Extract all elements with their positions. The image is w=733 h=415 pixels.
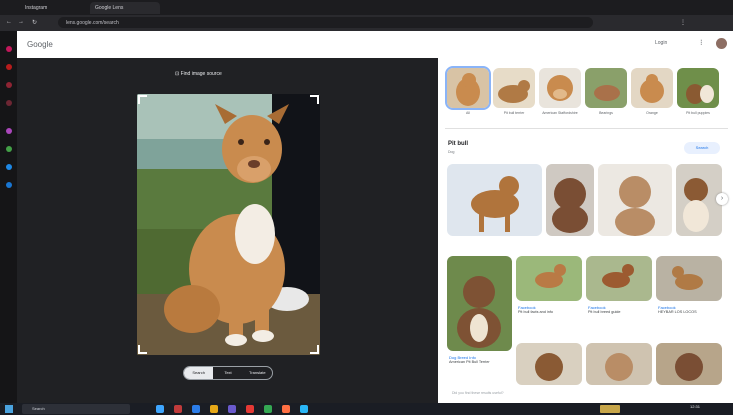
forward-icon[interactable]: → [18, 19, 24, 25]
sidebar-app-icon[interactable] [6, 100, 12, 106]
thumb-label: Bearings [599, 111, 613, 115]
mode-text-button[interactable]: Text [213, 367, 242, 379]
divider [445, 128, 728, 129]
extensions-icon[interactable]: ⋮ [680, 19, 686, 26]
signin-link[interactable]: Login [655, 40, 667, 46]
url-bar[interactable]: lens.google.com/search [58, 17, 593, 28]
uploaded-dog-photo[interactable] [137, 94, 320, 355]
taskbar-app-icon[interactable] [156, 405, 164, 413]
avatar[interactable] [716, 38, 727, 49]
image-result[interactable] [516, 343, 582, 385]
google-logo[interactable]: Google [27, 40, 53, 49]
taskbar-app-icon[interactable] [264, 405, 272, 413]
result-thumb[interactable] [493, 68, 535, 108]
taskbar-app-icon[interactable] [210, 405, 218, 413]
sidebar-app-icon[interactable] [6, 182, 12, 188]
knowledge-subtitle: Dog [448, 150, 455, 154]
image-result[interactable] [516, 256, 582, 301]
taskbar-app-icon[interactable] [282, 405, 290, 413]
sidebar-app-icon[interactable] [6, 82, 12, 88]
taskbar-app-icon[interactable] [300, 405, 308, 413]
image-result[interactable] [656, 343, 722, 385]
result-thumb[interactable] [585, 68, 627, 108]
image-result[interactable] [586, 256, 652, 301]
search-button[interactable]: Search [684, 142, 720, 154]
result-thumb[interactable] [539, 68, 581, 108]
sidebar-app-icon[interactable] [6, 128, 12, 134]
sidebar-app-icon[interactable] [6, 164, 12, 170]
image-result[interactable] [447, 164, 542, 236]
knowledge-title: Pit bull [448, 141, 468, 147]
taskbar-search[interactable]: Search [22, 404, 130, 414]
image-result[interactable] [546, 164, 594, 236]
chevron-right-icon[interactable]: › [716, 193, 728, 205]
feedback-prompt[interactable]: Did you find these results useful? [452, 391, 504, 395]
image-result[interactable] [656, 256, 722, 301]
result-card-caption[interactable]: Facebook HEYBAR LOS LOCOS [658, 305, 722, 314]
result-caption: Pit bull facts and info [518, 310, 554, 314]
result-caption: HEYBAR LOS LOCOS [658, 310, 697, 314]
taskbar-app-icon[interactable] [192, 405, 200, 413]
find-image-source-link[interactable]: ⊡ Find image source [175, 71, 222, 77]
taskbar-app-icon[interactable] [246, 405, 254, 413]
result-thumb[interactable] [677, 68, 719, 108]
thumb-label: Pit bull puppies [686, 111, 710, 115]
image-result[interactable] [598, 164, 672, 236]
mode-translate-button[interactable]: Translate [243, 367, 272, 379]
thumb-label: Pit bull terrier [503, 111, 525, 115]
mode-search-button[interactable]: Search [184, 367, 214, 379]
thumb-label: All [466, 111, 470, 115]
sidebar-app-icon[interactable] [6, 46, 12, 52]
lens-mode-selector: Search Text Translate [183, 366, 273, 380]
system-clock[interactable]: 12:31 [690, 404, 700, 409]
sidebar-app-icon[interactable] [6, 146, 12, 152]
apps-grid-icon[interactable]: ⁝ [700, 38, 703, 47]
weather-widget[interactable] [600, 405, 620, 413]
result-thumb-all[interactable] [445, 66, 491, 110]
result-card-caption[interactable]: Dog Breed Info American Pit Bull Terrier [449, 355, 515, 364]
image-result[interactable] [586, 343, 652, 385]
browser-tab-instagram[interactable]: Instagram [20, 2, 75, 14]
thumb-label: American Staffordshire [542, 111, 578, 115]
result-caption: American Pit Bull Terrier [449, 360, 490, 364]
reload-icon[interactable]: ↻ [32, 19, 37, 26]
result-thumb[interactable] [631, 68, 673, 108]
sidebar-app-icon[interactable] [6, 64, 12, 70]
browser-tab-lens[interactable]: Google Lens [90, 2, 160, 14]
result-caption: Pit bull breed guide [588, 310, 621, 314]
back-icon[interactable]: ← [6, 19, 12, 25]
result-card-caption[interactable]: Facebook Pit bull breed guide [588, 305, 652, 314]
taskbar-app-icon[interactable] [228, 405, 236, 413]
taskbar-app-icon[interactable] [174, 405, 182, 413]
image-result[interactable] [447, 256, 512, 351]
thumb-label: Orange [646, 111, 658, 115]
google-header [17, 31, 733, 58]
windows-start-icon[interactable] [5, 405, 13, 413]
result-card-caption[interactable]: Facebook Pit bull facts and info [518, 305, 582, 314]
